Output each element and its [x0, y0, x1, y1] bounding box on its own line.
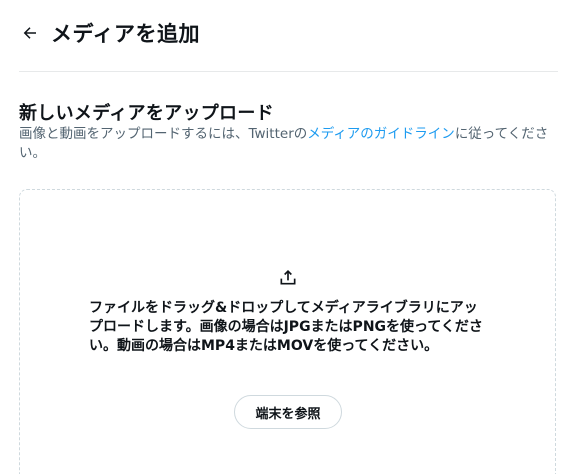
- browse-device-button[interactable]: 端末を参照: [234, 395, 342, 429]
- upload-icon: [280, 269, 296, 285]
- page-title: メディアを追加: [51, 22, 201, 46]
- arrow-left-icon: [23, 27, 36, 39]
- upload-section-title: 新しいメディアをアップロード: [19, 103, 274, 124]
- header-divider: [19, 71, 558, 72]
- page-header: メディアを追加: [19, 14, 200, 52]
- add-media-page: メディアを追加 新しいメディアをアップロード 画像と動画をアップロードするには、…: [0, 0, 574, 474]
- dropzone-instructions: ファイルをドラッグ&ドロップしてメディアライブラリにアップロードします。画像の場…: [89, 300, 483, 354]
- description-text-before: 画像と動画をアップロードするには、Twitterの: [19, 126, 308, 142]
- upload-section-description: 画像と動画をアップロードするには、Twitterのメディアのガイドラインに従って…: [19, 125, 549, 163]
- media-guidelines-link[interactable]: メディアのガイドライン: [307, 126, 455, 142]
- back-button[interactable]: [19, 22, 41, 44]
